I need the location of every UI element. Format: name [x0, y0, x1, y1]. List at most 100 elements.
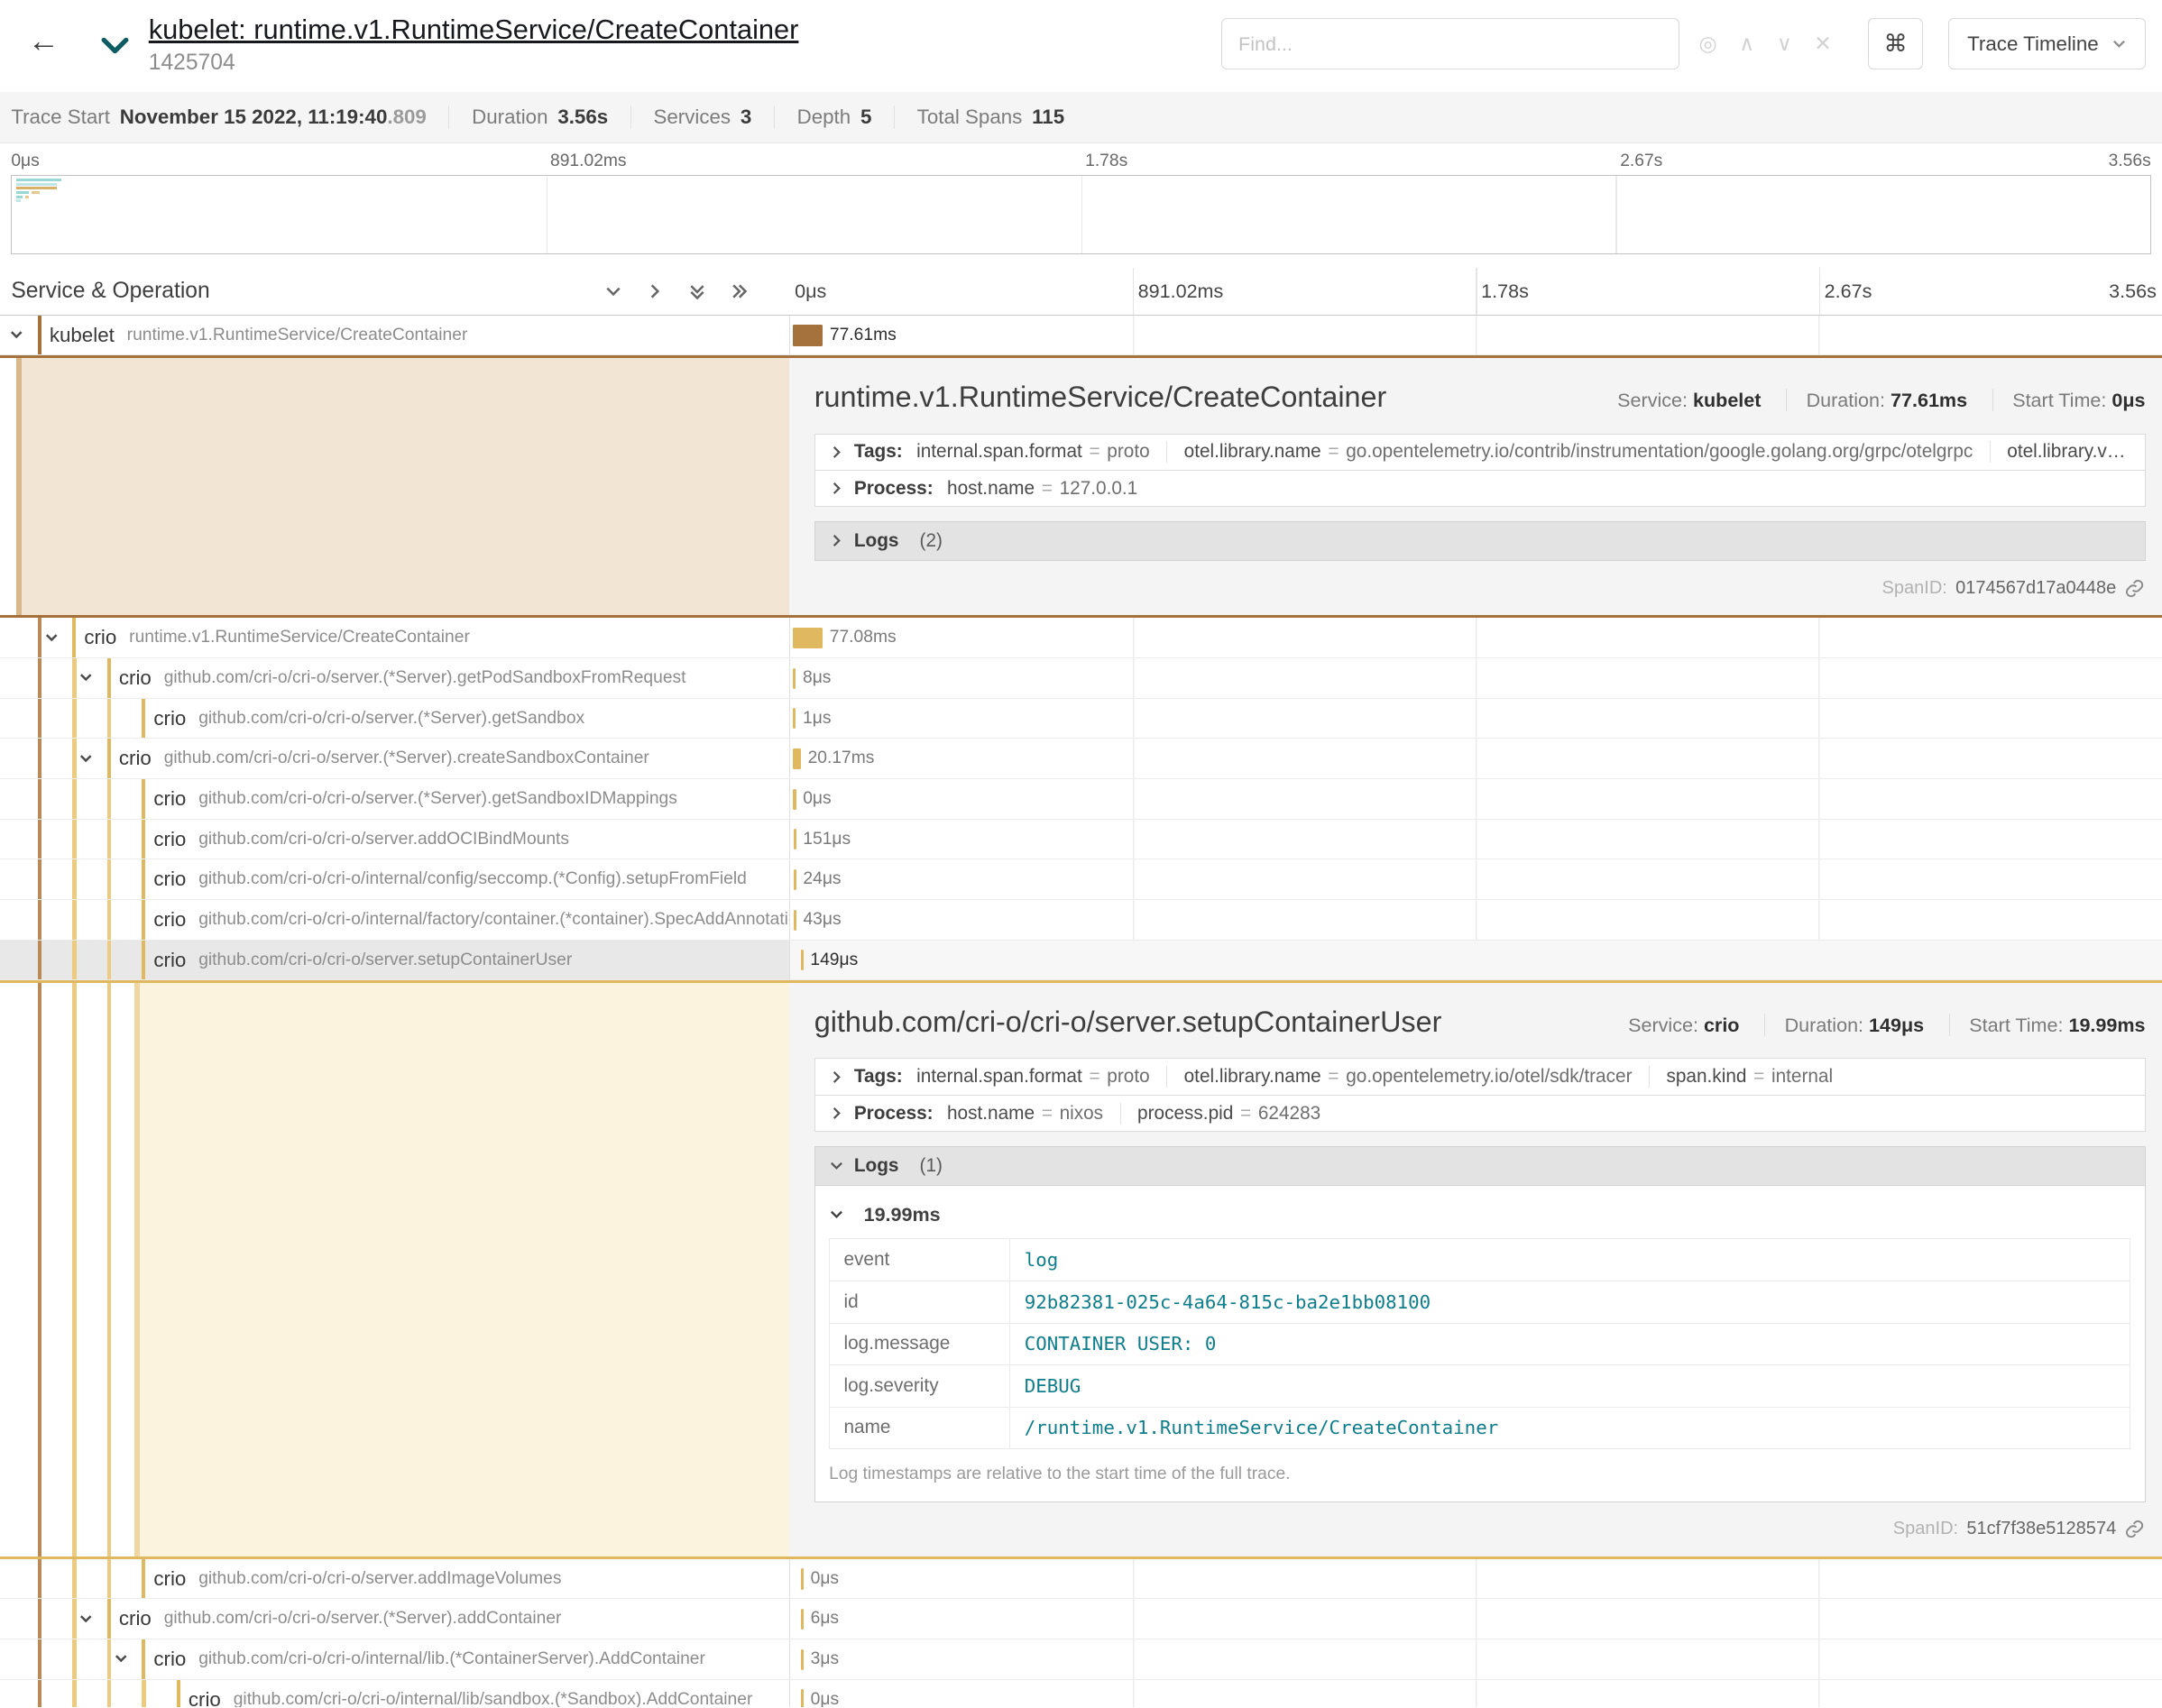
span-name-cell[interactable]: crioruntime.v1.RuntimeService/CreateCont… — [0, 618, 789, 657]
chevron-down-icon — [829, 1207, 844, 1222]
chevron-right-icon — [829, 1106, 844, 1121]
span-row[interactable]: criogithub.com/cri-o/cri-o/internal/conf… — [0, 859, 2162, 900]
span-bar-cell[interactable]: 77.61ms — [789, 316, 2162, 355]
expand-collapse-controls — [604, 282, 748, 300]
span-name-cell[interactable]: criogithub.com/cri-o/cri-o/server.setupC… — [0, 941, 789, 980]
span-name-cell[interactable]: crio github.com/cri-o/cri-o/internal/lib.… — [0, 1639, 789, 1679]
span-name-cell[interactable]: criogithub.com/cri-o/cri-o/server.addOCI… — [0, 820, 789, 859]
ruler-gridline — [1476, 268, 1477, 314]
log-field-key: name — [830, 1407, 1010, 1449]
expand-chevron-icon[interactable] — [113, 1650, 129, 1667]
process-accordion[interactable]: Process: host.name=nixosprocess.pid=6242… — [814, 1096, 2146, 1132]
span-bar-cell[interactable]: 8μs — [789, 658, 2162, 698]
minimap-tick: 1.78s — [1081, 152, 1128, 171]
expand-chevron-icon[interactable] — [78, 669, 94, 685]
span-detail-title: github.com/cri-o/cri-o/server.setupConta… — [814, 1006, 1442, 1039]
span-row[interactable]: crioruntime.v1.RuntimeService/CreateCont… — [0, 618, 2162, 658]
log-entry-toggle[interactable]: 19.99ms — [826, 1197, 2133, 1238]
span-row[interactable]: criogithub.com/cri-o/cri-o/server.(*Serv… — [0, 699, 2162, 739]
span-bar-cell[interactable]: 151μs — [789, 820, 2162, 859]
span-row[interactable]: criogithub.com/cri-o/cri-o/internal/fact… — [0, 900, 2162, 941]
span-name-cell[interactable]: criogithub.com/cri-o/cri-o/server.(*Serv… — [0, 739, 789, 778]
span-bar-cell[interactable]: 0μs — [789, 779, 2162, 819]
span-bar-cell[interactable]: 6μs — [789, 1599, 2162, 1639]
collapse-one-icon[interactable] — [604, 282, 622, 300]
span-bar-cell[interactable]: 3μs — [789, 1639, 2162, 1679]
span-bar-cell[interactable]: 0μs — [789, 1559, 2162, 1599]
service-name: crio — [142, 1639, 186, 1679]
log-field-row: log.severityDEBUG — [830, 1365, 2130, 1408]
next-match-icon[interactable]: ∨ — [1777, 33, 1792, 54]
logs-accordion[interactable]: Logs (1) — [814, 1146, 2146, 1186]
span-name-cell[interactable]: criogithub.com/cri-o/cri-o/server.(*Serv… — [0, 658, 789, 698]
find-input[interactable] — [1221, 18, 1679, 69]
span-name-cell[interactable]: criogithub.com/cri-o/cri-o/server.(*Serv… — [0, 779, 789, 819]
span-name-cell[interactable]: criogithub.com/cri-o/cri-o/internal/fact… — [0, 900, 789, 940]
indent-guide — [107, 1680, 112, 1708]
span-row[interactable]: kubeletruntime.v1.RuntimeService/CreateC… — [0, 316, 2162, 356]
logs-accordion[interactable]: Logs (2) — [814, 521, 2146, 561]
copy-link-icon[interactable] — [2124, 578, 2145, 599]
expand-chevron-icon[interactable] — [8, 326, 24, 343]
span-row[interactable]: criogithub.com/cri-o/cri-o/server.addIma… — [0, 1559, 2162, 1600]
collapse-header-chevron-icon[interactable] — [98, 29, 132, 69]
span-name-cell[interactable]: criogithub.com/cri-o/cri-o/internal/lib/… — [0, 1680, 789, 1708]
span-bar-cell[interactable]: 77.08ms — [789, 618, 2162, 657]
process-accordion[interactable]: Process: host.name=127.0.0.1 — [814, 471, 2146, 507]
span-name-cell[interactable]: criogithub.com/cri-o/cri-o/server.(*Serv… — [0, 699, 789, 739]
timeline-ruler: 0μs 891.02ms 1.78s 2.67s 3.56s — [789, 268, 2162, 314]
expand-all-icon[interactable] — [730, 282, 748, 300]
minimap-canvas[interactable] — [11, 175, 2150, 254]
log-field-value: log — [1010, 1239, 2130, 1281]
span-row[interactable]: criogithub.com/cri-o/cri-o/internal/lib/… — [0, 1680, 2162, 1708]
span-duration-label: 0μs — [811, 1559, 839, 1600]
span-row[interactable]: criogithub.com/cri-o/cri-o/server.(*Serv… — [0, 658, 2162, 699]
key-value-item: host.name=127.0.0.1 — [947, 478, 1137, 500]
previous-match-icon[interactable]: ∧ — [1739, 33, 1754, 54]
span-detail-card: github.com/cri-o/cri-o/server.setupConta… — [789, 983, 2162, 1556]
expand-chevron-icon[interactable] — [43, 629, 60, 646]
span-name-cell[interactable]: criogithub.com/cri-o/cri-o/internal/conf… — [0, 859, 789, 899]
operation-name: github.com/cri-o/cri-o/server.(*Server).… — [198, 709, 584, 728]
expand-chevron-icon[interactable] — [78, 750, 94, 767]
span-row[interactable]: criogithub.com/cri-o/cri-o/server.(*Serv… — [0, 779, 2162, 820]
span-bar — [801, 1568, 804, 1589]
tags-accordion[interactable]: Tags: internal.span.format=protootel.lib… — [814, 434, 2146, 471]
trace-view-selector[interactable]: Trace Timeline — [1948, 18, 2145, 69]
span-row[interactable]: crio github.com/cri-o/cri-o/internal/lib.… — [0, 1639, 2162, 1680]
span-name-cell[interactable]: criogithub.com/cri-o/cri-o/server.addIma… — [0, 1559, 789, 1599]
span-bar-cell[interactable]: 0μs — [789, 1680, 2162, 1708]
span-bar-cell[interactable]: 24μs — [789, 859, 2162, 899]
expand-one-icon[interactable] — [646, 282, 664, 300]
copy-link-icon[interactable] — [2124, 1519, 2145, 1539]
span-bar-cell[interactable]: 20.17ms — [789, 739, 2162, 778]
key-value-item: otel.library.v… — [1990, 441, 2126, 463]
span-row[interactable]: criogithub.com/cri-o/cri-o/server.(*Serv… — [0, 1599, 2162, 1639]
span-bar-cell[interactable]: 43μs — [789, 900, 2162, 940]
indent-guide — [107, 1639, 112, 1679]
operation-name: github.com/cri-o/cri-o/internal/lib/sand… — [234, 1690, 753, 1708]
collapse-all-icon[interactable] — [688, 282, 706, 300]
log-field-value: /runtime.v1.RuntimeService/CreateContain… — [1010, 1407, 2130, 1449]
operation-name: runtime.v1.RuntimeService/CreateContaine… — [129, 628, 470, 647]
span-row[interactable]: criogithub.com/cri-o/cri-o/server.setupC… — [0, 941, 2162, 981]
tags-accordion[interactable]: Tags: internal.span.format=protootel.lib… — [814, 1058, 2146, 1095]
span-name-cell[interactable]: kubeletruntime.v1.RuntimeService/CreateC… — [0, 316, 789, 355]
span-bar-cell[interactable]: 149μs — [789, 941, 2162, 980]
span-name-cell[interactable]: criogithub.com/cri-o/cri-o/server.(*Serv… — [0, 1599, 789, 1639]
back-button[interactable]: ← — [28, 25, 60, 57]
span-detail-row-kubelet: runtime.v1.RuntimeService/CreateContaine… — [0, 355, 2162, 618]
focus-match-icon[interactable]: ◎ — [1698, 33, 1716, 54]
span-row[interactable]: criogithub.com/cri-o/cri-o/server.(*Serv… — [0, 739, 2162, 779]
span-duration-label: 24μs — [803, 859, 841, 900]
span-duration-label: 149μs — [810, 941, 858, 981]
clear-search-icon[interactable]: ✕ — [1814, 33, 1831, 54]
indent-guide — [107, 983, 112, 1556]
keyboard-shortcuts-button[interactable]: ⌘ — [1868, 18, 1924, 69]
expand-chevron-icon[interactable] — [78, 1611, 94, 1627]
operation-name: github.com/cri-o/cri-o/internal/lib.(*Co… — [198, 1649, 705, 1668]
trace-title-link[interactable]: kubelet: runtime.v1.RuntimeService/Creat… — [149, 14, 799, 45]
span-row[interactable]: criogithub.com/cri-o/cri-o/server.addOCI… — [0, 820, 2162, 860]
key-value-item: internal.span.format=proto — [916, 441, 1150, 463]
span-bar-cell[interactable]: 1μs — [789, 699, 2162, 739]
